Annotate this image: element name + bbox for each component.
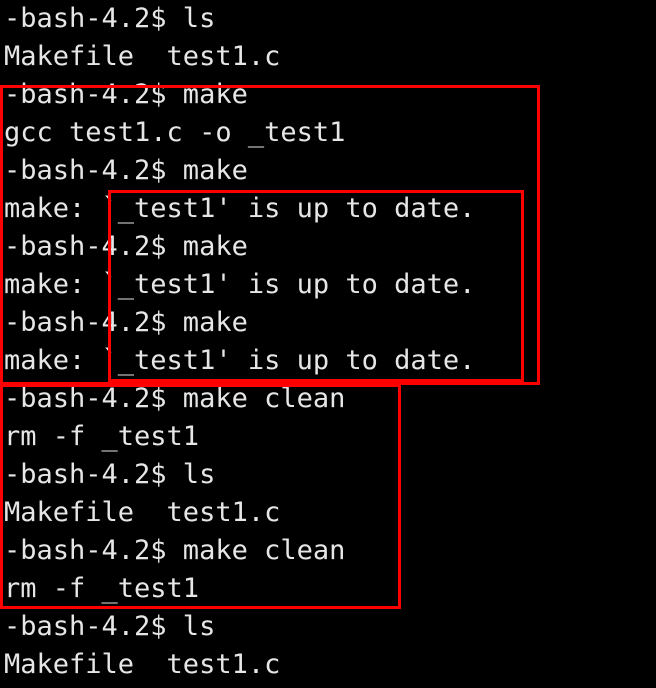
terminal-line: -bash-4.2$ make clean [4, 535, 346, 566]
terminal-line: Makefile test1.c [4, 41, 281, 72]
terminal-line: rm -f _test1 [4, 421, 200, 452]
terminal-line: -bash-4.2$ make [4, 79, 248, 110]
terminal-line: rm -f _test1 [4, 573, 200, 604]
terminal-line: -bash-4.2$ make [4, 307, 248, 338]
terminal-line: -bash-4.2$ make [4, 155, 248, 186]
terminal-line: make: `_test1' is up to date. [4, 193, 476, 224]
terminal-line: -bash-4.2$ make [4, 231, 248, 262]
terminal-line: -bash-4.2$ ls [4, 3, 216, 34]
terminal-line: Makefile test1.c [4, 649, 281, 680]
terminal-line: Makefile test1.c [4, 497, 281, 528]
terminal-line: make: `_test1' is up to date. [4, 269, 476, 300]
terminal-line: -bash-4.2$ ls [4, 611, 216, 642]
terminal-output: -bash-4.2$ ls Makefile test1.c -bash-4.2… [4, 0, 656, 684]
terminal-line: make: `_test1' is up to date. [4, 345, 476, 376]
terminal-line: gcc test1.c -o _test1 [4, 117, 346, 148]
terminal-line: -bash-4.2$ ls [4, 459, 216, 490]
terminal-window[interactable]: -bash-4.2$ ls Makefile test1.c -bash-4.2… [0, 0, 656, 688]
terminal-line: -bash-4.2$ make clean [4, 383, 346, 414]
